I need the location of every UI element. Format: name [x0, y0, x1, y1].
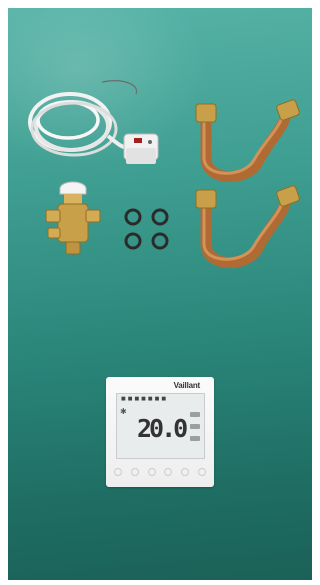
thermostat-button [130, 468, 139, 476]
image-frame: Vaillant ■■■■■■■ ✱ 20.0 [0, 0, 320, 585]
mode-icon [190, 424, 200, 429]
day-indicators: ■■■■■■■ [121, 396, 169, 402]
thermostat-button [197, 468, 206, 476]
actuator-head [123, 133, 159, 164]
actuator-cable-coil [28, 80, 159, 164]
mode-icon [190, 412, 200, 417]
room-thermostat: Vaillant ■■■■■■■ ✱ 20.0 [106, 377, 214, 487]
brand-logo: Vaillant [173, 381, 201, 390]
sun-icon: ✱ [120, 407, 127, 416]
thermostat-display: ■■■■■■■ ✱ 20.0 [116, 393, 205, 459]
copper-pipe-top [195, 99, 300, 182]
brass-valve [45, 181, 101, 255]
thermostat-button [114, 468, 122, 476]
copper-pipe-bottom [195, 185, 300, 268]
thermostat-buttons [114, 467, 206, 477]
mode-icon [190, 436, 200, 441]
product-photo: Vaillant ■■■■■■■ ✱ 20.0 [8, 8, 312, 580]
temperature-readout: 20.0 [137, 414, 188, 443]
thermostat-button [181, 468, 190, 476]
thermostat-button [147, 468, 156, 476]
thermostat-button [164, 468, 173, 476]
o-ring-seals [124, 208, 169, 250]
